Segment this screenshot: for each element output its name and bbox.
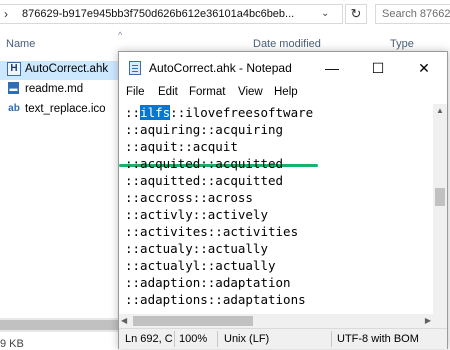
notepad-window: AutoCorrect.ahk - Notepad — ☐ ✕ File Edi… [118,51,448,349]
scroll-right-icon[interactable]: ▶ [425,314,431,328]
text-line: ::actualy::actually [125,241,268,256]
menu-format[interactable]: Format [189,86,225,98]
text-line: ::adaptions::adaptations [125,292,306,307]
file-item-text-replace[interactable]: ab text_replace.ico [0,101,120,120]
status-encoding: UTF-8 with BOM [337,333,419,345]
file-item-readme[interactable]: ▬ readme.md [0,81,120,100]
status-zoom: 100% [179,333,208,345]
column-header-date-modified[interactable]: Date modified [253,38,321,50]
selected-text: ilfs [140,105,171,120]
notepad-text-area[interactable]: ::ilfs::ilovefreesoftware ::aquiring::ac… [119,104,433,330]
scrollbar-thumb[interactable] [0,320,120,330]
file-item-autocorrect[interactable]: H AutoCorrect.ahk [0,61,120,80]
scrollbar-thumb[interactable] [435,188,445,206]
text-line: ::aquitted::acquitted [125,173,284,188]
menu-edit[interactable]: Edit [158,86,178,98]
column-header-name[interactable]: Name [6,38,35,50]
explorer-horizontal-scrollbar[interactable] [0,318,120,332]
status-line-ending: Unix (LF) [224,333,270,345]
text-line: ::aquit::acquit [125,139,238,154]
menu-file[interactable]: File [126,86,145,98]
explorer-address-bar: › 876629-b917e945bb3f750d626b612e36101a4… [0,0,450,30]
text-line: ::activly::actively [125,207,268,222]
file-name: text_replace.ico [25,103,106,115]
notepad-vertical-scrollbar[interactable]: ▲ [433,104,447,314]
scrollbar-thumb[interactable] [133,316,253,326]
text-line: ::accross::across [125,190,253,205]
notepad-app-icon [129,61,141,75]
explorer-status-size: 9 KB [0,338,24,350]
column-header-type[interactable]: Type [390,38,414,50]
text-line: ::acquited::acquitted [125,156,284,171]
refresh-icon[interactable]: ↻ [345,4,367,24]
notepad-status-bar: Ln 692, C 100% Unix (LF) UTF-8 with BOM [119,328,447,349]
address-path-box[interactable]: › 876629-b917e945bb3f750d626b612e36101a4… [0,4,343,24]
breadcrumb-chevron-icon[interactable]: › [4,7,8,21]
menu-help[interactable]: Help [274,86,298,98]
text-line: ::aquiring::acquiring [125,122,284,137]
md-file-icon: ▬ [8,82,19,94]
scroll-left-icon[interactable]: ◀ [121,314,127,328]
status-cursor-position: Ln 692, C [125,333,173,345]
notepad-horizontal-scrollbar[interactable]: ◀ ▶ [119,314,433,328]
address-path-text: 876629-b917e945bb3f750d626b612e36101a4bc… [22,8,295,20]
ahk-file-icon: H [7,62,21,76]
file-name: readme.md [25,83,84,95]
sort-ascending-icon: ^ [118,30,123,40]
notepad-menu-bar: File Edit Format View Help [119,84,447,104]
text-line: ::actualyl::actually [125,258,276,273]
minimize-icon[interactable]: — [309,52,355,84]
ico-file-icon: ab [8,103,20,114]
notepad-window-title: AutoCorrect.ahk - Notepad [149,61,292,75]
close-icon[interactable]: ✕ [401,52,447,84]
scroll-up-icon[interactable]: ▲ [433,104,447,118]
maximize-icon[interactable]: ☐ [355,52,401,84]
scrollbar-corner [433,314,447,328]
menu-view[interactable]: View [238,86,263,98]
text-line: ::ilfs::ilovefreesoftware [125,105,314,120]
text-line: ::adaption::adaptation [125,275,291,290]
status-divider [217,331,218,347]
file-name: AutoCorrect.ahk [25,63,109,75]
status-divider [174,331,175,347]
status-divider [331,331,332,347]
search-input[interactable]: Search 876629 [375,4,450,24]
text-line: ::activites::activities [125,224,299,239]
notepad-title-bar[interactable]: AutoCorrect.ahk - Notepad — ☐ ✕ [119,52,447,84]
address-dropdown-icon[interactable]: ⌄ [321,8,329,19]
